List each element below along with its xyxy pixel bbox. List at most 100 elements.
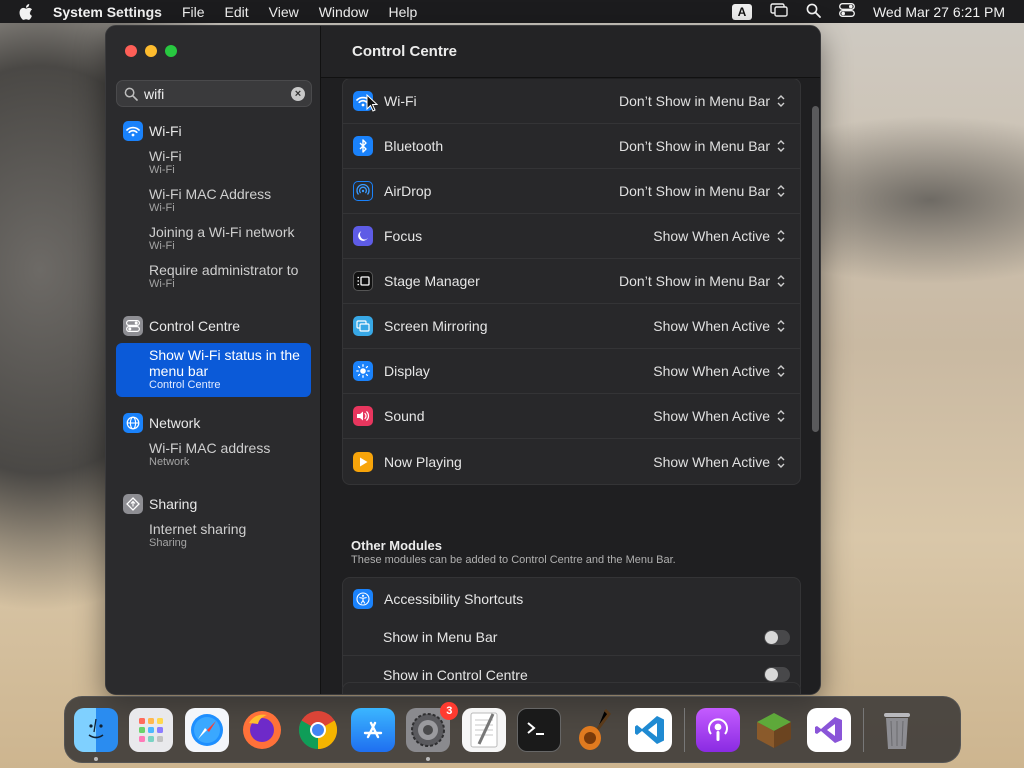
- result-group-title: Network: [149, 415, 201, 431]
- input-source-icon[interactable]: A: [731, 3, 752, 20]
- module-row-airdrop: AirDrop Don’t Show in Menu Bar: [343, 169, 800, 214]
- module-visibility-value[interactable]: Show When Active: [653, 318, 770, 334]
- result-title: Show Wi-Fi status in the menu bar: [149, 347, 300, 379]
- launchpad-icon[interactable]: [129, 707, 174, 752]
- result-group-sharing: Sharing Internet sharing Sharing: [106, 492, 321, 554]
- visual-studio-icon[interactable]: [807, 707, 852, 752]
- vscode-icon[interactable]: [627, 707, 672, 752]
- result-item[interactable]: Wi-Fi Wi-Fi: [106, 148, 321, 181]
- show-in-menu-bar-row: Show in Menu Bar: [343, 619, 800, 656]
- show-in-control-centre-toggle[interactable]: [764, 667, 790, 682]
- show-in-menu-bar-label: Show in Menu Bar: [383, 629, 498, 645]
- result-item[interactable]: Require administrator to Wi-Fi: [106, 262, 321, 295]
- moon-icon: [353, 226, 373, 246]
- screen-mirroring-menu-icon[interactable]: [770, 3, 788, 20]
- popup-stepper-icon[interactable]: [775, 183, 787, 199]
- popup-stepper-icon[interactable]: [775, 93, 787, 109]
- result-group-header[interactable]: Control Centre: [106, 314, 321, 338]
- menu-file[interactable]: File: [182, 4, 205, 20]
- accessibility-shortcuts-card: Accessibility Shortcuts Show in Menu Bar…: [342, 577, 801, 694]
- popup-stepper-icon[interactable]: [775, 138, 787, 154]
- sun-icon: [353, 361, 373, 381]
- dock-separator: [684, 707, 686, 752]
- result-item[interactable]: Joining a Wi-Fi network Wi-Fi: [106, 224, 321, 257]
- minecraft-icon[interactable]: [752, 708, 796, 752]
- minimize-window-button[interactable]: [145, 45, 157, 57]
- module-visibility-value[interactable]: Don’t Show in Menu Bar: [619, 93, 770, 109]
- menu-edit[interactable]: Edit: [225, 4, 249, 20]
- module-visibility-value[interactable]: Show When Active: [653, 454, 770, 470]
- other-modules-heading: Other Modules: [351, 538, 443, 553]
- module-label: Display: [384, 363, 430, 379]
- result-group-header[interactable]: Network: [106, 411, 321, 435]
- popup-stepper-icon[interactable]: [775, 318, 787, 334]
- result-subtitle: Sharing: [149, 537, 187, 549]
- module-visibility-value[interactable]: Don’t Show in Menu Bar: [619, 273, 770, 289]
- module-row-focus: Focus Show When Active: [343, 214, 800, 259]
- module-row-wifi: Wi-Fi Don’t Show in Menu Bar: [343, 79, 800, 124]
- result-item[interactable]: Wi-Fi MAC Address Wi-Fi: [106, 186, 321, 219]
- popup-stepper-icon[interactable]: [775, 228, 787, 244]
- result-title: Wi-Fi MAC address: [149, 440, 271, 456]
- app-store-icon[interactable]: [350, 707, 395, 752]
- control-centre-modules-card: Wi-Fi Don’t Show in Menu Bar Bluetooth D…: [342, 79, 801, 485]
- popup-stepper-icon[interactable]: [775, 454, 787, 470]
- zoom-window-button[interactable]: [165, 45, 177, 57]
- result-group-control-centre: Control Centre Show Wi-Fi status in the …: [106, 314, 321, 397]
- module-visibility-value[interactable]: Don’t Show in Menu Bar: [619, 138, 770, 154]
- module-visibility-value[interactable]: Show When Active: [653, 363, 770, 379]
- menu-help[interactable]: Help: [389, 4, 418, 20]
- scrollbar-thumb[interactable]: [812, 106, 819, 432]
- module-row-screen-mirroring: Screen Mirroring Show When Active: [343, 304, 800, 349]
- main-pane: Control Centre Wi-Fi Don’t Show in Menu …: [321, 26, 820, 694]
- result-item[interactable]: Internet sharing Sharing: [106, 521, 321, 554]
- result-title: Require administrator to: [149, 262, 299, 278]
- garageband-icon[interactable]: [573, 708, 617, 752]
- result-group-network: Network Wi-Fi MAC address Network: [106, 411, 321, 473]
- finder-icon[interactable]: [74, 707, 118, 761]
- popup-stepper-icon[interactable]: [775, 408, 787, 424]
- show-in-menu-bar-toggle[interactable]: [764, 629, 790, 645]
- airdrop-icon: [353, 181, 373, 201]
- control-centre-menu-icon[interactable]: [839, 3, 855, 20]
- apple-menu-icon[interactable]: [18, 3, 36, 20]
- bluetooth-icon: [353, 136, 373, 156]
- result-group-header[interactable]: Wi-Fi: [106, 119, 321, 143]
- textedit-icon[interactable]: [461, 707, 506, 752]
- system-settings-icon[interactable]: 3: [406, 701, 459, 761]
- module-visibility-value[interactable]: Show When Active: [653, 408, 770, 424]
- search-field[interactable]: ×: [116, 80, 312, 107]
- search-input[interactable]: [144, 85, 284, 102]
- chrome-icon[interactable]: [296, 708, 340, 752]
- result-subtitle: Wi-Fi: [149, 240, 175, 252]
- popup-stepper-icon[interactable]: [775, 273, 787, 289]
- mouse-cursor-icon: [366, 94, 378, 112]
- running-indicator: [94, 756, 98, 761]
- close-window-button[interactable]: [125, 45, 137, 57]
- module-visibility-value[interactable]: Don’t Show in Menu Bar: [619, 183, 770, 199]
- other-modules-description: These modules can be added to Control Ce…: [351, 554, 676, 566]
- popup-stepper-icon[interactable]: [775, 363, 787, 379]
- speaker-icon: [353, 406, 373, 426]
- menu-window[interactable]: Window: [319, 4, 369, 20]
- safari-icon[interactable]: [184, 707, 229, 752]
- module-label: Accessibility Shortcuts: [384, 590, 524, 607]
- result-group-header[interactable]: Sharing: [106, 492, 321, 516]
- result-item-selected[interactable]: Show Wi-Fi status in the menu bar Contro…: [116, 343, 311, 397]
- module-visibility-value[interactable]: Show When Active: [653, 228, 770, 244]
- terminal-icon[interactable]: [517, 707, 562, 752]
- result-item[interactable]: Wi-Fi MAC address Network: [106, 440, 321, 473]
- podcasts-icon[interactable]: [696, 707, 741, 752]
- content-scroll-area[interactable]: Wi-Fi Don’t Show in Menu Bar Bluetooth D…: [321, 79, 820, 694]
- menu-app-name[interactable]: System Settings: [53, 4, 162, 20]
- module-row-stage-manager: Stage Manager Don’t Show in Menu Bar: [343, 259, 800, 304]
- running-indicator: [426, 756, 431, 761]
- spotlight-search-icon[interactable]: [806, 3, 821, 21]
- trash-icon[interactable]: [875, 708, 919, 752]
- menu-view[interactable]: View: [269, 4, 299, 20]
- clear-search-icon[interactable]: ×: [291, 87, 305, 101]
- menu-bar-clock[interactable]: Wed Mar 27 6:21 PM: [873, 4, 1005, 20]
- result-group-title: Wi-Fi: [149, 123, 182, 139]
- firefox-icon[interactable]: [240, 708, 284, 752]
- result-subtitle: Wi-Fi: [149, 278, 175, 290]
